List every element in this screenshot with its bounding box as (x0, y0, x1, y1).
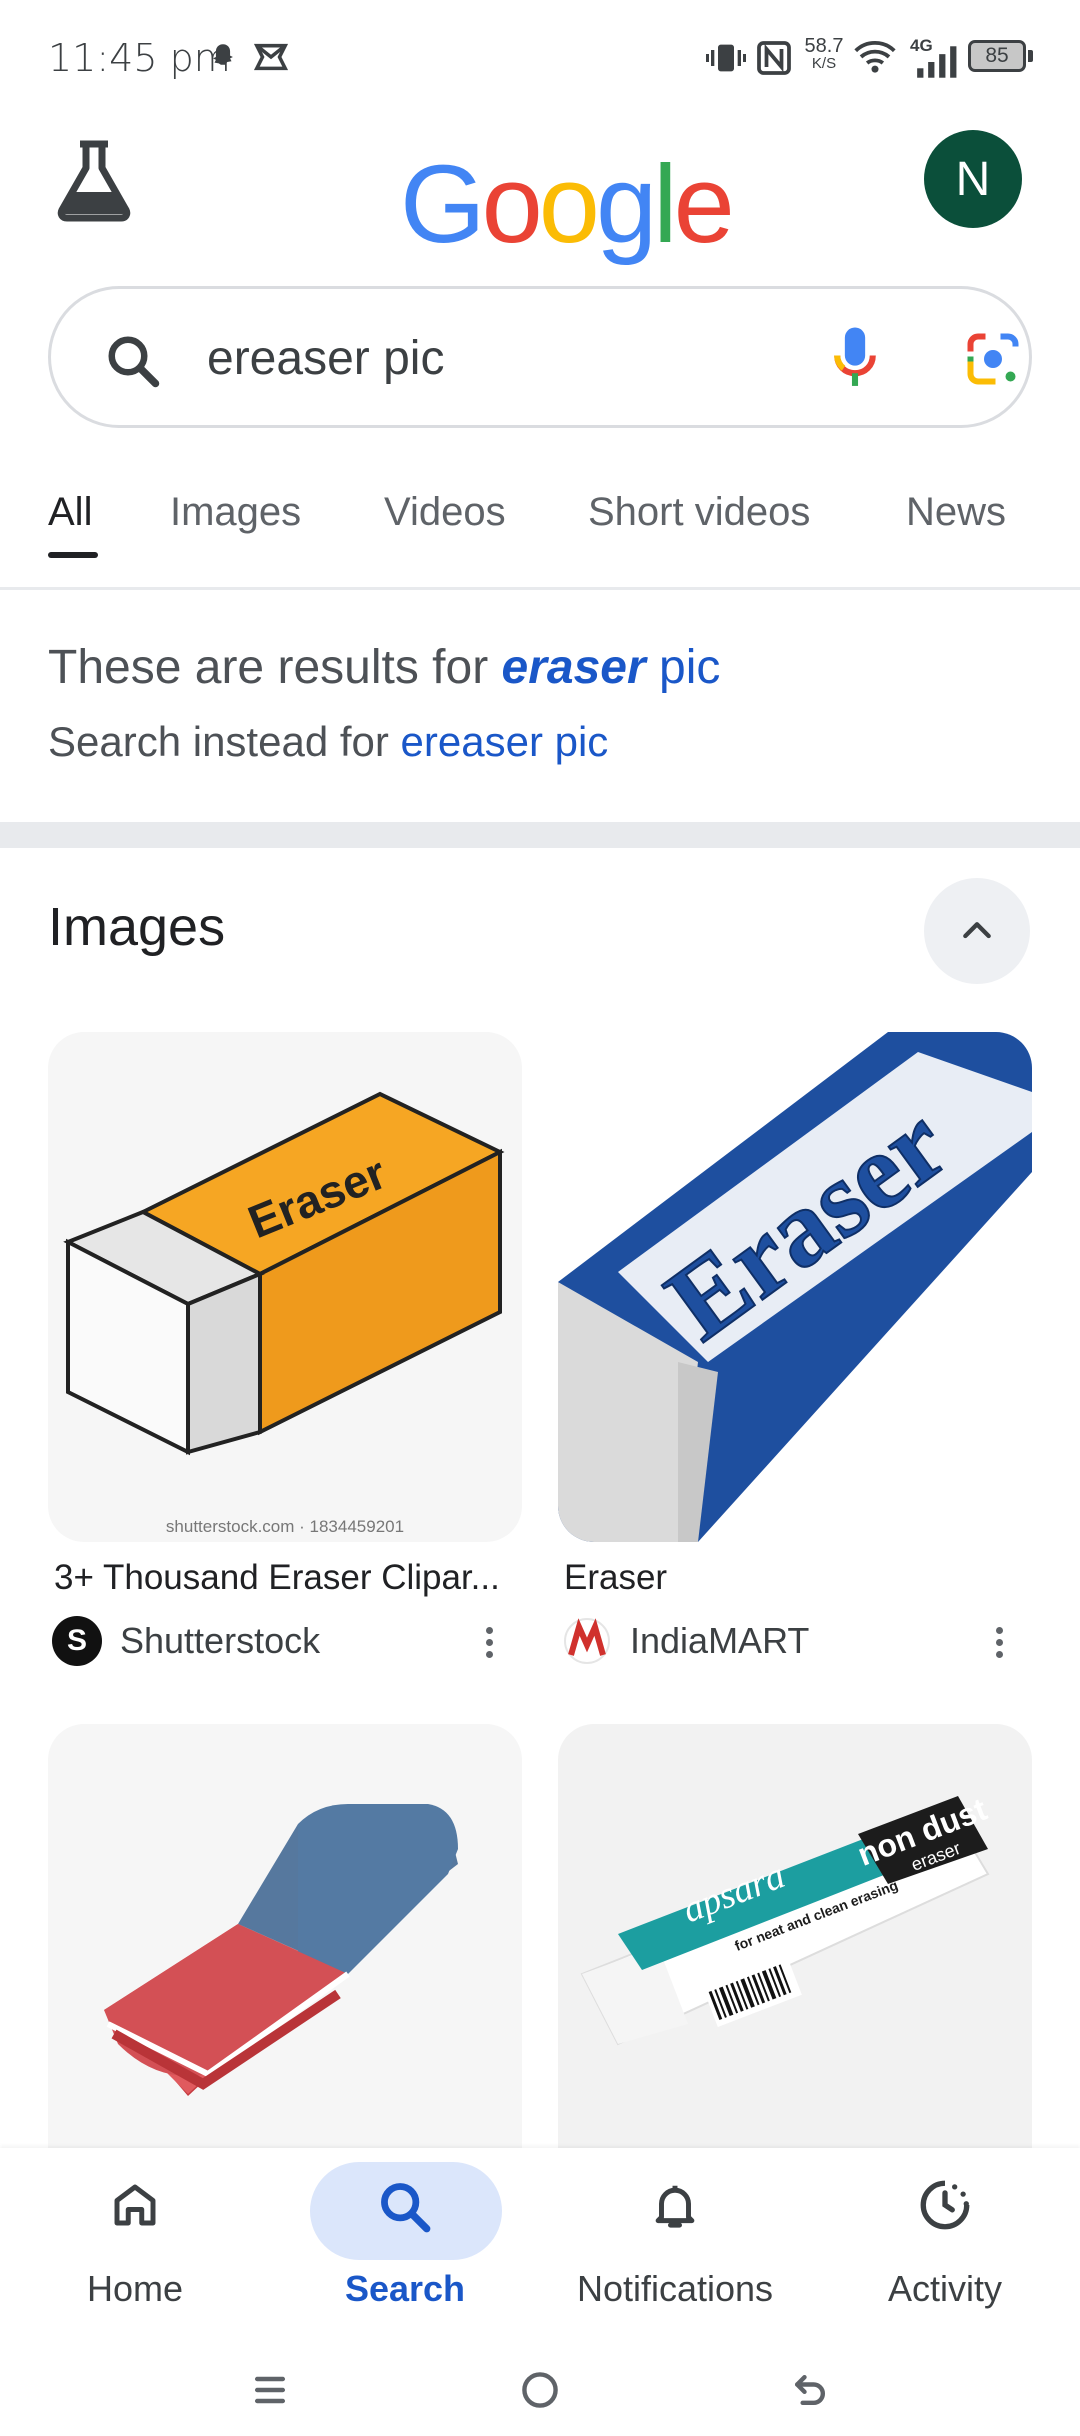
mail-notification-icon (254, 43, 288, 71)
bottom-navigation: Home Search Notifications Activity (0, 2148, 1080, 2348)
home-icon (114, 2184, 156, 2226)
search-icon (381, 2183, 431, 2233)
search-instead-prefix: Search instead for (48, 718, 401, 765)
network-speed-value: 58.7 (804, 35, 844, 57)
image-result-2-caption[interactable]: Eraser (564, 1558, 1018, 1598)
spelling-correction: These are results for eraser pic (48, 640, 720, 695)
tab-videos[interactable]: Videos (384, 490, 506, 535)
recents-icon[interactable] (248, 2368, 292, 2412)
labs-flask-icon[interactable] (56, 140, 132, 222)
tab-all[interactable]: All (48, 490, 92, 535)
google-lens-icon[interactable] (963, 329, 1023, 389)
apsara-eraser-image: apsara non dust eraser for neat and clea… (580, 1791, 992, 2046)
vibrate-icon (706, 44, 746, 72)
source-name: Shutterstock (120, 1620, 321, 1661)
search-icon (108, 336, 160, 388)
spelling-prefix: These are results for (48, 641, 502, 694)
more-options-icon[interactable] (486, 1622, 496, 1663)
search-query[interactable]: ereaser pic (207, 331, 444, 386)
network-speed: 58.7 K/S (802, 36, 846, 71)
search-tabs: All Images Videos Short videos News (0, 476, 1080, 590)
account-avatar[interactable]: N (924, 130, 1022, 228)
header: Google N (0, 110, 1080, 280)
search-instead: Search instead for ereaser pic (48, 718, 608, 766)
images-section-title: Images (48, 897, 226, 957)
image-result-1-caption[interactable]: 3+ Thousand Eraser Clipar... (54, 1558, 508, 1598)
image-result-3[interactable] (48, 1724, 522, 2148)
snapchat-icon (213, 44, 233, 65)
signal-bars-icon (917, 46, 957, 78)
eraser-clipart-image: Eraser shutterstock.com · 1834459201 (63, 1091, 505, 1536)
status-bar: 11:45 pm 58.7 K/S 4G 85 (0, 0, 1080, 110)
nav-home[interactable]: Home (0, 2148, 270, 2348)
indiamart-logo-icon (562, 1616, 612, 1666)
image-result-1[interactable]: Eraser shutterstock.com · 1834459201 (48, 1032, 522, 1542)
image-result-2-source: IndiaMART (562, 1616, 809, 1666)
shutterstock-logo-icon: S (52, 1616, 102, 1666)
network-speed-unit: K/S (811, 55, 837, 72)
shutterstock-watermark: shutterstock.com · 1834459201 (166, 1517, 404, 1536)
search-instead-link[interactable]: ereaser pic (401, 718, 609, 765)
collapse-button[interactable] (924, 878, 1030, 984)
nav-search-label: Search (344, 2268, 466, 2309)
chevron-up-icon (963, 922, 991, 939)
image-result-2[interactable]: Eraser (558, 1032, 1032, 1542)
system-navigation-bar (0, 2348, 1080, 2436)
nav-activity[interactable]: Activity (810, 2148, 1080, 2348)
google-logo: Google (400, 143, 735, 266)
corrected-word-link[interactable]: eraser (502, 641, 646, 694)
wifi-icon (854, 40, 896, 73)
tab-news[interactable]: News (906, 490, 1006, 535)
nav-notifications[interactable]: Notifications (540, 2148, 810, 2348)
tab-images[interactable]: Images (170, 490, 301, 535)
tab-short-videos[interactable]: Short videos (588, 490, 810, 535)
section-divider (0, 822, 1080, 848)
microphone-icon[interactable] (827, 325, 883, 391)
status-time: 11:45 pm (48, 36, 231, 80)
nav-activity-label: Activity (887, 2268, 1002, 2309)
nfc-icon (757, 41, 791, 75)
eraser-red-blue-image (104, 1804, 458, 2096)
activity-history-icon (920, 2180, 970, 2230)
nav-home-label: Home (86, 2268, 184, 2309)
home-button-icon[interactable] (518, 2368, 562, 2412)
bell-icon (655, 2185, 695, 2228)
search-input[interactable]: ereaser pic (48, 286, 1032, 428)
back-icon[interactable] (788, 2368, 832, 2412)
corrected-rest-link[interactable]: pic (646, 641, 720, 694)
eraser-blue-image: Eraser (558, 1032, 1032, 1542)
nav-search[interactable]: Search (270, 2148, 540, 2348)
battery-tip (1028, 50, 1033, 62)
more-options-icon[interactable] (996, 1622, 1006, 1663)
image-result-1-source: S Shutterstock (52, 1616, 320, 1666)
source-name: IndiaMART (630, 1620, 810, 1661)
nav-notifications-label: Notifications (576, 2268, 774, 2309)
active-tab-indicator (48, 552, 98, 558)
battery-icon: 85 (968, 40, 1026, 72)
image-result-4[interactable]: apsara non dust eraser for neat and clea… (558, 1724, 1032, 2148)
